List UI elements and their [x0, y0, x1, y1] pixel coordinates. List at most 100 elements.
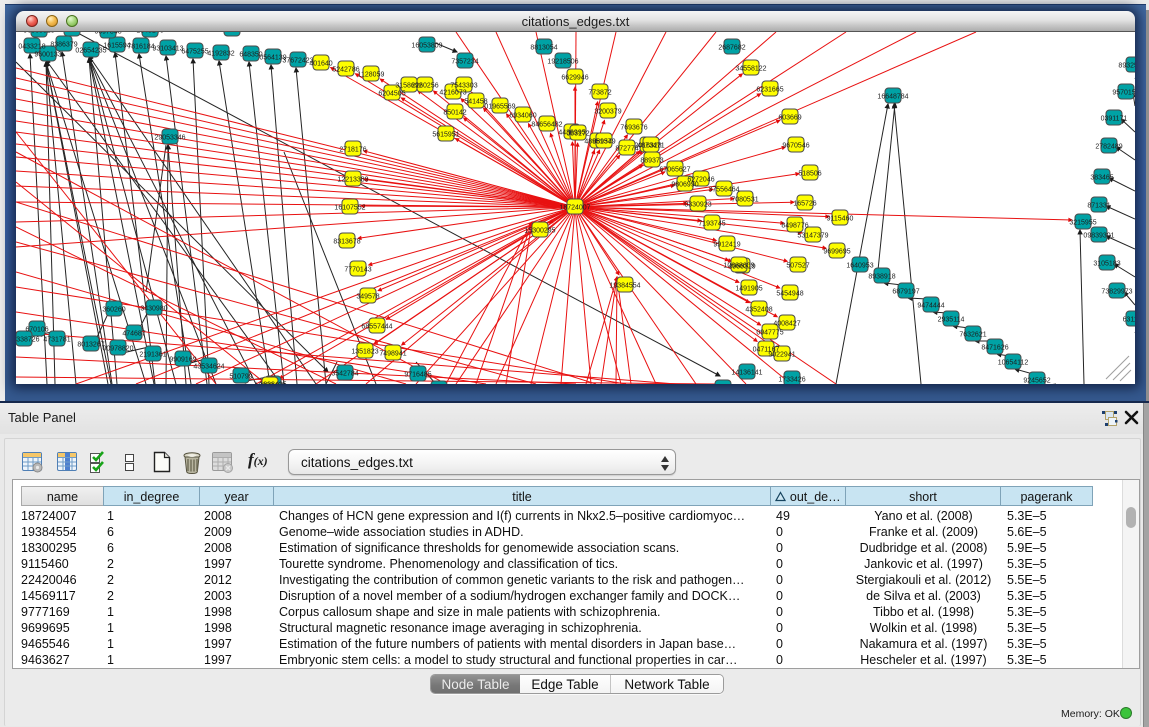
svg-text:0947775: 0947775 [756, 329, 783, 336]
svg-text:6231665: 6231665 [756, 86, 783, 93]
svg-text:5615951: 5615951 [432, 131, 459, 138]
svg-text:18724007: 18724007 [559, 204, 590, 211]
svg-text:7632621: 7632621 [959, 331, 986, 338]
svg-text:165726: 165726 [793, 200, 816, 207]
svg-text:3200379: 3200379 [594, 108, 621, 115]
svg-text:603669: 603669 [778, 114, 801, 121]
svg-text:7048281: 7048281 [218, 32, 245, 33]
svg-text:3430980: 3430980 [140, 305, 167, 312]
svg-text:4216073: 4216073 [439, 89, 466, 96]
svg-text:7816184: 7816184 [127, 43, 154, 50]
svg-text:10688609: 10688609 [723, 262, 754, 269]
svg-text:8313678: 8313678 [333, 238, 360, 245]
svg-text:5454948: 5454948 [776, 290, 803, 297]
svg-text:6697848: 6697848 [94, 32, 121, 35]
svg-text:9909169: 9909169 [169, 356, 196, 363]
svg-text:9670546: 9670546 [782, 142, 809, 149]
svg-text:09839301: 09839301 [1083, 232, 1114, 239]
svg-text:1351823: 1351823 [351, 348, 378, 355]
svg-text:360260: 360260 [102, 306, 125, 313]
svg-text:6475255: 6475255 [181, 48, 208, 55]
svg-text:1491905: 1491905 [735, 285, 762, 292]
svg-text:9474444: 9474444 [917, 302, 944, 309]
svg-text:9699695: 9699695 [823, 248, 850, 255]
svg-text:4873471: 4873471 [637, 142, 664, 149]
svg-text:7770143: 7770143 [344, 266, 371, 273]
svg-text:349578: 349578 [356, 293, 379, 300]
svg-text:02654235: 02654235 [75, 47, 106, 54]
svg-text:670106: 670106 [25, 326, 48, 333]
svg-text:0330923: 0330923 [684, 201, 711, 208]
svg-text:474687: 474687 [122, 330, 145, 337]
svg-text:3542784: 3542784 [331, 370, 358, 377]
svg-text:9600133: 9600133 [34, 51, 61, 58]
svg-text:93103413: 93103413 [152, 45, 183, 52]
svg-text:9115460: 9115460 [827, 215, 854, 222]
svg-text:1845146: 1845146 [136, 32, 163, 34]
svg-text:10654112: 10654112 [998, 359, 1029, 366]
svg-text:101226: 101226 [60, 32, 83, 33]
svg-text:7498941: 7498941 [379, 350, 406, 357]
svg-text:16107552: 16107552 [334, 204, 365, 211]
svg-text:8813054: 8813054 [530, 44, 557, 51]
svg-text:29053346: 29053346 [154, 134, 185, 141]
svg-text:510799: 510799 [229, 373, 252, 380]
svg-text:383465: 383465 [1090, 174, 1113, 181]
svg-text:9912419: 9912419 [713, 241, 740, 248]
svg-text:15300295: 15300295 [524, 227, 555, 234]
svg-text:53147379: 53147379 [797, 232, 828, 239]
svg-text:2782489: 2782489 [1095, 143, 1122, 150]
svg-text:9716485: 9716485 [404, 371, 431, 378]
svg-text:2191361: 2191361 [139, 351, 166, 358]
svg-text:6879197: 6879197 [892, 288, 919, 295]
svg-text:518506: 518506 [798, 170, 821, 177]
svg-text:19384554: 19384554 [609, 282, 640, 289]
svg-text:5242786: 5242786 [332, 66, 359, 73]
svg-text:1733426: 1733426 [778, 376, 805, 383]
svg-text:84656482: 84656482 [531, 121, 562, 128]
svg-text:4352408: 4352408 [745, 306, 772, 313]
svg-text:8013267: 8013267 [77, 341, 104, 348]
svg-text:3215955: 3215955 [1069, 219, 1096, 226]
svg-text:2935114: 2935114 [938, 316, 965, 323]
svg-text:6272046: 6272046 [687, 176, 714, 183]
svg-text:8386379: 8386379 [50, 41, 77, 48]
svg-text:401640: 401640 [309, 60, 332, 67]
svg-text:850142: 850142 [443, 109, 466, 116]
svg-text:8471626: 8471626 [981, 344, 1008, 351]
svg-text:7193745: 7193745 [698, 220, 725, 227]
svg-text:8938918: 8938918 [868, 273, 895, 280]
svg-text:96965328: 96965328 [23, 32, 54, 34]
svg-text:6629946: 6629946 [561, 74, 588, 81]
svg-text:773872: 773872 [588, 89, 611, 96]
svg-text:1640953: 1640953 [846, 262, 873, 269]
svg-text:872774: 872774 [615, 145, 638, 152]
svg-text:7543303: 7543303 [450, 82, 477, 89]
svg-text:9245652: 9245652 [1023, 377, 1050, 384]
svg-text:871331: 871331 [1087, 202, 1110, 209]
svg-text:01965569: 01965569 [484, 103, 515, 110]
svg-text:73829973: 73829973 [1101, 288, 1132, 295]
svg-text:7080531: 7080531 [731, 196, 758, 203]
svg-text:12213389: 12213389 [337, 176, 368, 183]
svg-text:37556464: 37556464 [708, 186, 739, 193]
svg-text:67065627: 67065627 [659, 166, 690, 173]
svg-text:631165: 631165 [1123, 316, 1135, 323]
svg-text:083172: 083172 [566, 130, 589, 137]
svg-text:6204505: 6204505 [378, 90, 405, 97]
svg-text:4008427: 4008427 [773, 320, 800, 327]
svg-text:14136141: 14136141 [731, 369, 762, 376]
svg-text:16648784: 16648784 [877, 93, 908, 100]
svg-text:9570154: 9570154 [1112, 89, 1135, 96]
svg-text:6934060: 6934060 [509, 112, 536, 119]
svg-text:9022941: 9022941 [768, 351, 795, 358]
svg-text:889373: 889373 [640, 157, 663, 164]
svg-text:43534624: 43534624 [193, 363, 224, 370]
svg-text:12923468: 12923468 [254, 382, 285, 384]
svg-text:0391171: 0391171 [1101, 115, 1128, 122]
svg-text:2687682: 2687682 [718, 44, 745, 51]
svg-text:7357234: 7357234 [451, 58, 478, 65]
svg-text:1128059: 1128059 [358, 71, 385, 78]
svg-text:4192832: 4192832 [207, 50, 234, 57]
svg-text:4731781: 4731781 [43, 336, 70, 343]
